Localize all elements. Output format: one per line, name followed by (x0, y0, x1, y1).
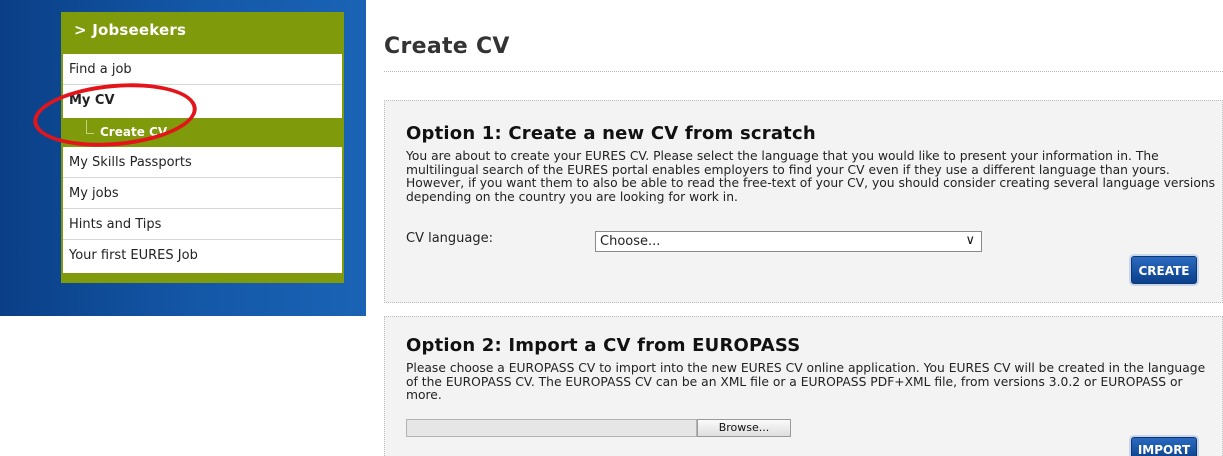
import-button[interactable]: IMPORT (1131, 437, 1197, 456)
sidebar-item-hints-and-tips[interactable]: Hints and Tips (63, 209, 342, 240)
sidebar-item-first-eures-job[interactable]: Your first EURES Job (63, 240, 342, 273)
menu-heading: > Jobseekers (74, 21, 187, 39)
option2-title: Option 2: Import a CV from EUROPASS (406, 335, 801, 356)
option1-title: Option 1: Create a new CV from scratch (406, 123, 816, 144)
sidebar-item-find-a-job[interactable]: Find a job (63, 54, 342, 85)
option2-description: Please choose a EUROPASS CV to import in… (406, 361, 1206, 402)
sidebar-item-my-jobs[interactable]: My jobs (63, 178, 342, 209)
page-title: Create CV (384, 34, 510, 59)
title-divider (384, 71, 1223, 72)
cv-language-value: Choose... (600, 234, 661, 249)
file-path-field[interactable] (406, 419, 697, 437)
cv-language-label: CV language: (406, 231, 494, 246)
option2-panel: Option 2: Import a CV from EUROPASS Plea… (384, 316, 1223, 456)
jobseekers-menu: > Jobseekers Find a job My CV Create CV … (61, 12, 344, 283)
option1-panel: Option 1: Create a new CV from scratch Y… (384, 100, 1223, 303)
cv-language-select[interactable]: Choose... ∨ (595, 231, 982, 252)
chevron-down-icon: ∨ (965, 233, 975, 248)
sidebar-item-skills-passports[interactable]: My Skills Passports (63, 147, 342, 178)
browse-button[interactable]: Browse... (697, 419, 791, 437)
create-button[interactable]: CREATE (1131, 256, 1197, 284)
option1-description: You are about to create your EURES CV. P… (406, 149, 1216, 204)
